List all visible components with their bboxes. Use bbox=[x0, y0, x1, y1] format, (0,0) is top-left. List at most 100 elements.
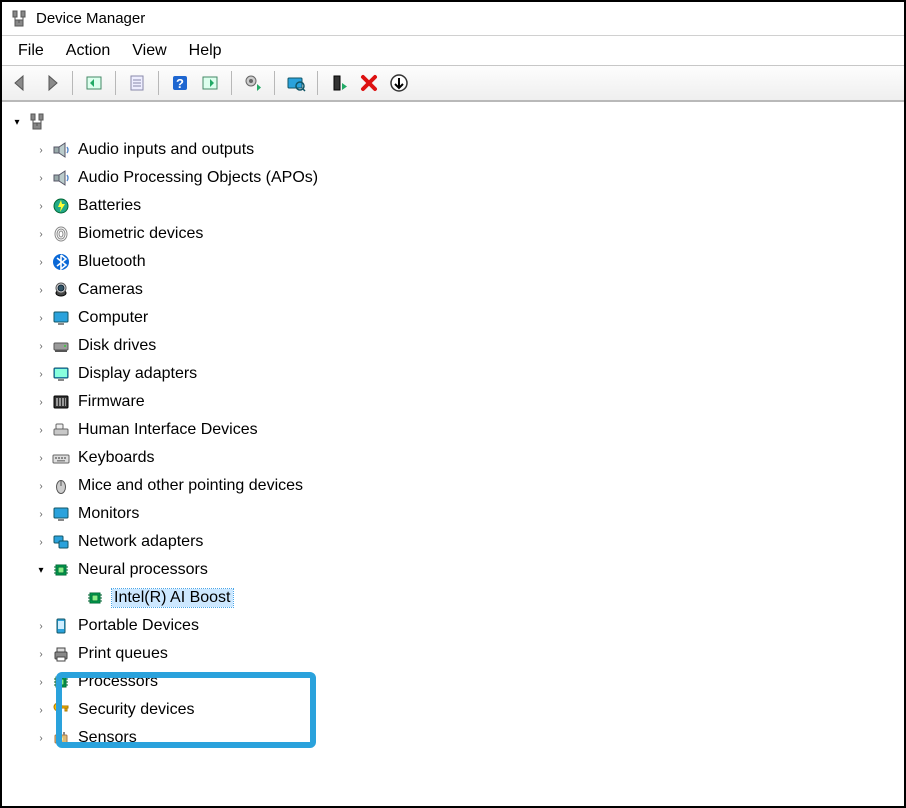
category-security[interactable]: › Security devices bbox=[10, 696, 900, 724]
category-label: Processors bbox=[78, 673, 158, 691]
category-firmware[interactable]: › Firmware bbox=[10, 388, 900, 416]
category-display-adapters[interactable]: › Display adapters bbox=[10, 360, 900, 388]
toolbar-separator bbox=[158, 71, 159, 95]
chip-icon bbox=[50, 671, 72, 693]
enable-device-button[interactable] bbox=[326, 70, 352, 96]
expand-icon[interactable]: › bbox=[34, 227, 48, 241]
expand-icon[interactable]: › bbox=[34, 283, 48, 297]
expand-icon[interactable]: › bbox=[34, 619, 48, 633]
expand-icon[interactable]: › bbox=[34, 703, 48, 717]
category-hid[interactable]: › Human Interface Devices bbox=[10, 416, 900, 444]
tree-root[interactable]: ▾ bbox=[10, 108, 900, 136]
menubar: File Action View Help bbox=[2, 36, 904, 66]
expand-icon[interactable]: › bbox=[34, 255, 48, 269]
expand-icon[interactable]: › bbox=[34, 311, 48, 325]
category-label: Audio inputs and outputs bbox=[78, 141, 254, 159]
speaker-icon bbox=[50, 167, 72, 189]
category-label: Display adapters bbox=[78, 365, 197, 383]
firmware-icon bbox=[50, 391, 72, 413]
category-bluetooth[interactable]: › Bluetooth bbox=[10, 248, 900, 276]
network-icon bbox=[50, 531, 72, 553]
chip-icon bbox=[84, 587, 106, 609]
expand-icon[interactable]: › bbox=[34, 507, 48, 521]
menu-action[interactable]: Action bbox=[56, 40, 120, 62]
category-label: Cameras bbox=[78, 281, 143, 299]
menu-view[interactable]: View bbox=[122, 40, 176, 62]
disk-icon bbox=[50, 335, 72, 357]
expand-icon[interactable]: › bbox=[34, 143, 48, 157]
app-icon bbox=[10, 10, 28, 28]
collapse-icon[interactable]: ▾ bbox=[34, 563, 48, 577]
expand-icon[interactable]: › bbox=[34, 423, 48, 437]
expand-icon[interactable]: › bbox=[34, 199, 48, 213]
window-title: Device Manager bbox=[36, 10, 145, 27]
hid-icon bbox=[50, 419, 72, 441]
menu-help[interactable]: Help bbox=[179, 40, 232, 62]
toolbar-separator bbox=[274, 71, 275, 95]
toolbar-separator bbox=[72, 71, 73, 95]
category-network[interactable]: › Network adapters bbox=[10, 528, 900, 556]
device-tree[interactable]: ▾ › Audio inputs and outputs ›Audio Proces… bbox=[2, 102, 904, 806]
category-keyboards[interactable]: ›Keyboards bbox=[10, 444, 900, 472]
expand-icon[interactable]: › bbox=[34, 395, 48, 409]
expand-icon[interactable]: › bbox=[34, 647, 48, 661]
display-icon bbox=[50, 363, 72, 385]
category-sensors[interactable]: ›Sensors bbox=[10, 724, 900, 752]
category-biometric[interactable]: ›Biometric devices bbox=[10, 220, 900, 248]
expand-icon[interactable]: › bbox=[34, 479, 48, 493]
category-mice[interactable]: › Mice and other pointing devices bbox=[10, 472, 900, 500]
scan-hardware-button[interactable] bbox=[283, 70, 309, 96]
svg-text:?: ? bbox=[176, 76, 184, 91]
expand-icon[interactable]: › bbox=[34, 731, 48, 745]
category-label: Security devices bbox=[78, 701, 195, 719]
category-cameras[interactable]: › Cameras bbox=[10, 276, 900, 304]
device-label: Intel(R) AI Boost bbox=[112, 589, 233, 607]
speaker-icon bbox=[50, 139, 72, 161]
fingerprint-icon bbox=[50, 223, 72, 245]
back-button[interactable] bbox=[8, 70, 34, 96]
delete-button[interactable] bbox=[356, 70, 382, 96]
computer-root-icon bbox=[26, 111, 48, 133]
category-disk-drives[interactable]: › Disk drives bbox=[10, 332, 900, 360]
update-driver-button[interactable] bbox=[240, 70, 266, 96]
category-label: Neural processors bbox=[78, 561, 208, 579]
mouse-icon bbox=[50, 475, 72, 497]
properties-button[interactable] bbox=[124, 70, 150, 96]
expand-icon[interactable]: › bbox=[34, 171, 48, 185]
category-processors[interactable]: › Processors bbox=[10, 668, 900, 696]
expand-icon[interactable]: › bbox=[34, 675, 48, 689]
expand-icon[interactable]: › bbox=[34, 339, 48, 353]
printer-icon bbox=[50, 643, 72, 665]
category-label: Mice and other pointing devices bbox=[78, 477, 303, 495]
expand-icon[interactable]: › bbox=[34, 535, 48, 549]
category-batteries[interactable]: › Batteries bbox=[10, 192, 900, 220]
collapse-icon[interactable]: ▾ bbox=[10, 115, 24, 129]
category-audio-apo[interactable]: ›Audio Processing Objects (APOs) bbox=[10, 164, 900, 192]
titlebar: Device Manager bbox=[2, 2, 904, 36]
category-label: Human Interface Devices bbox=[78, 421, 258, 439]
category-label: Firmware bbox=[78, 393, 145, 411]
add-legacy-button[interactable] bbox=[386, 70, 412, 96]
category-label: Batteries bbox=[78, 197, 141, 215]
expand-icon[interactable]: › bbox=[34, 451, 48, 465]
category-label: Computer bbox=[78, 309, 148, 327]
bluetooth-icon bbox=[50, 251, 72, 273]
help-button[interactable]: ? bbox=[167, 70, 193, 96]
menu-file[interactable]: File bbox=[8, 40, 54, 62]
device-intel-ai-boost[interactable]: Intel(R) AI Boost bbox=[10, 584, 900, 612]
expand-icon[interactable]: › bbox=[34, 367, 48, 381]
category-label: Portable Devices bbox=[78, 617, 199, 635]
show-hidden-button[interactable] bbox=[81, 70, 107, 96]
category-label: Disk drives bbox=[78, 337, 156, 355]
forward-button[interactable] bbox=[38, 70, 64, 96]
category-portable[interactable]: › Portable Devices bbox=[10, 612, 900, 640]
refresh-button[interactable] bbox=[197, 70, 223, 96]
category-audio-io[interactable]: › Audio inputs and outputs bbox=[10, 136, 900, 164]
category-neural[interactable]: ▾ Neural processors bbox=[10, 556, 900, 584]
key-icon bbox=[50, 699, 72, 721]
category-label: Network adapters bbox=[78, 533, 203, 551]
category-monitors[interactable]: ›Monitors bbox=[10, 500, 900, 528]
category-computer[interactable]: › Computer bbox=[10, 304, 900, 332]
category-label: Bluetooth bbox=[78, 253, 146, 271]
category-print-queues[interactable]: ›Print queues bbox=[10, 640, 900, 668]
